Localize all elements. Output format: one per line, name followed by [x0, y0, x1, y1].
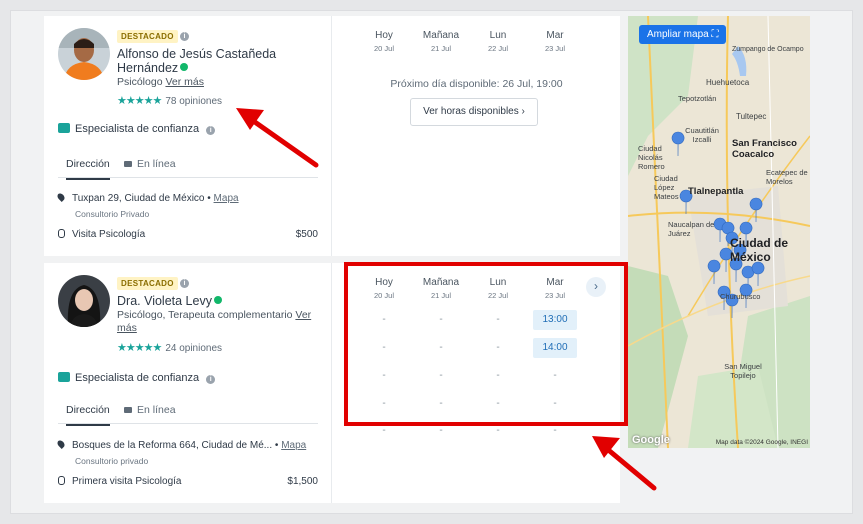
chevron-right-icon: ›: [521, 106, 525, 117]
map-credit[interactable]: Map data ©2024 Google, INEGI: [716, 439, 808, 446]
map-label: Tepotzotlán: [678, 94, 717, 103]
tab-online[interactable]: En línea: [124, 158, 176, 170]
doctor-name[interactable]: Alfonso de Jesús Castañeda Hernández: [117, 47, 276, 75]
location-pin-icon: [56, 439, 66, 449]
featured-badge: DESTACADO: [117, 277, 178, 290]
specialty: Psicólogo Ver más: [117, 76, 204, 89]
featured-badge: DESTACADO: [117, 30, 178, 43]
info-icon[interactable]: i: [206, 126, 216, 135]
doctor-name-line1: Dra. Violeta Levy: [117, 294, 212, 308]
map-link[interactable]: Mapa: [214, 193, 239, 204]
map-label: Ciudad de México: [730, 236, 789, 264]
location-tabs: Dirección En línea: [58, 396, 318, 426]
calendar-day: Mar 23 Jul: [544, 30, 565, 53]
location-pin-icon: [56, 192, 66, 202]
specialty: Psicólogo, Terapeuta complementario Ver …: [117, 309, 311, 335]
see-hours-label: Ver horas disponibles: [423, 106, 519, 117]
location-tabs: Dirección En línea: [58, 150, 318, 180]
google-logo: Google: [632, 434, 670, 446]
visit-type: Visita Psicología $500: [58, 229, 318, 240]
map-label: Ecatepec de Morelos: [766, 168, 808, 186]
stars-icon: ★★★★★: [117, 342, 162, 354]
map[interactable]: Ampliar mapa ⛶ Zumpango de Ocampo Huehue…: [628, 16, 810, 448]
expand-map-label: Ampliar mapa: [647, 29, 709, 40]
calendar-day: Mañana 21 Jul: [422, 30, 460, 53]
expand-map-button[interactable]: Ampliar mapa ⛶: [639, 25, 727, 44]
see-more-link[interactable]: Ver: [295, 309, 311, 321]
doctor-name[interactable]: Dra. Violeta Levy: [117, 294, 222, 308]
opinions-count: 24 opiniones: [165, 343, 223, 354]
see-more-link[interactable]: más: [117, 322, 137, 334]
trust-text: Especialista de confianza: [75, 123, 200, 135]
tab-address[interactable]: Dirección: [66, 158, 110, 180]
map-label: Tultepec: [736, 112, 767, 121]
doctor-name-line2: Hernández: [117, 61, 179, 75]
calendar-day: Lun 22 Jul: [487, 30, 508, 53]
next-available: Próximo día disponible: 26 Jul, 19:00: [390, 78, 563, 90]
office-type: Consultorio privado: [75, 456, 149, 466]
doctor-name-line1: Alfonso de Jesús Castañeda: [117, 47, 277, 61]
trust-badge: Especialista de confianza i: [58, 123, 216, 135]
verified-icon: [213, 296, 222, 304]
doctor-card-1: DESTACADO i Alfonso de Jesús Castañeda H…: [44, 16, 620, 256]
address-text: Tuxpan 29, Ciudad de México •: [72, 193, 211, 204]
map-link[interactable]: Mapa: [281, 440, 306, 451]
visit-text: Visita Psicología: [72, 229, 146, 240]
avatar[interactable]: [58, 28, 110, 80]
map-label: Cuautitlán Izcalli: [685, 126, 719, 144]
calendar: Hoy 20 Jul Mañana 21 Jul Lun 22 Jul Mar 23 J…: [333, 16, 620, 256]
visit-price: $1,500: [287, 476, 318, 487]
fullscreen-icon: ⛶: [711, 29, 719, 40]
tab-online-label: En línea: [137, 404, 176, 416]
doctor-info: DESTACADO i Dra. Violeta Levy Psicólogo,…: [44, 263, 332, 503]
map-label: San Francisco Coacalco: [732, 138, 797, 160]
map-label: Huehuetoca: [706, 78, 750, 87]
visit-type: Primera visita Psicología $1,500: [58, 476, 318, 487]
tab-online-label: En línea: [137, 158, 176, 170]
see-hours-button[interactable]: Ver horas disponibles ›: [410, 98, 538, 126]
rating[interactable]: ★★★★★ 24 opiniones: [117, 341, 222, 354]
calendar-day: Hoy 20 Jul: [373, 30, 394, 53]
map-label: San Miguel Topilejo: [724, 362, 762, 380]
opinions-count: 78 opiniones: [165, 96, 223, 107]
rating[interactable]: ★★★★★ 78 opiniones: [117, 94, 222, 107]
address: Bosques de la Reforma 664, Ciudad de Mé.…: [56, 439, 306, 451]
stethoscope-icon: [58, 476, 65, 485]
avatar[interactable]: [58, 275, 110, 327]
stars-icon: ★★★★★: [117, 95, 162, 107]
trust-icon: [58, 372, 70, 382]
info-icon[interactable]: i: [180, 279, 189, 288]
video-icon: [124, 161, 132, 167]
tab-address[interactable]: Dirección: [66, 404, 110, 426]
specialty-text: Psicólogo, Terapeuta complementario: [117, 309, 293, 321]
address-text: Bosques de la Reforma 664, Ciudad de Mé.…: [72, 440, 279, 451]
annotation-highlight-box: [344, 262, 628, 426]
map-label: Naucalpan de Juárez: [668, 220, 715, 238]
see-more-link[interactable]: Ver más: [165, 76, 204, 88]
specialty-text: Psicólogo: [117, 76, 163, 88]
map-label: Zumpango de Ocampo: [732, 46, 804, 53]
trust-text: Especialista de confianza: [75, 372, 200, 384]
visit-price: $500: [295, 229, 318, 240]
trust-badge: Especialista de confianza i: [58, 372, 216, 384]
verified-icon: [180, 63, 189, 71]
doctor-info: DESTACADO i Alfonso de Jesús Castañeda H…: [44, 16, 332, 256]
address: Tuxpan 29, Ciudad de México • Mapa: [56, 192, 239, 204]
visit-text: Primera visita Psicología: [72, 476, 182, 487]
info-icon[interactable]: i: [206, 375, 216, 384]
stethoscope-icon: [58, 229, 65, 238]
info-icon[interactable]: i: [180, 32, 189, 41]
trust-icon: [58, 123, 70, 133]
tab-online[interactable]: En línea: [124, 404, 176, 416]
video-icon: [124, 407, 132, 413]
map-label: Tlalnepantla: [688, 186, 744, 197]
calendar-days: Hoy 20 Jul Mañana 21 Jul Lun 22 Jul Mar 23 J…: [359, 30, 589, 60]
map-label: Ciudad Nicolás Romero: [638, 144, 665, 171]
map-label: Churubusco: [720, 292, 761, 301]
office-type: Consultorio Privado: [75, 209, 150, 219]
